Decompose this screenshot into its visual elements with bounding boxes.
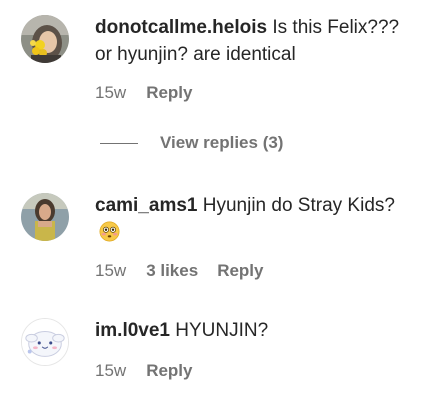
user-avatar[interactable] (21, 318, 69, 366)
divider-line (100, 142, 138, 144)
comment-meta: 15w Reply (95, 83, 192, 103)
avatar-cartoon-icon (22, 319, 68, 365)
comment-body: HYUNJIN? (175, 320, 269, 341)
likes-count[interactable]: 3 likes (146, 261, 198, 281)
reply-button[interactable]: Reply (146, 361, 192, 381)
username[interactable]: im.l0ve1 (95, 320, 170, 341)
comment-text: cami_ams1 Hyunjin do Stray Kids? (95, 192, 437, 246)
timestamp[interactable]: 15w (95, 261, 126, 281)
reply-button[interactable]: Reply (217, 261, 263, 281)
view-replies-button[interactable]: View replies (3) (100, 133, 283, 153)
comment-text: im.l0ve1 HYUNJIN? (95, 317, 437, 344)
view-replies-label[interactable]: View replies (3) (160, 133, 283, 153)
flushed-face-emoji-icon (99, 221, 120, 242)
comment-text: donotcallme.helois Is this Felix??? or h… (95, 14, 437, 68)
comment-body: Hyunjin do Stray Kids? (202, 195, 395, 216)
comment-meta: 15w 3 likes Reply (95, 261, 263, 281)
reply-button[interactable]: Reply (146, 83, 192, 103)
timestamp[interactable]: 15w (95, 361, 126, 381)
timestamp[interactable]: 15w (95, 83, 126, 103)
username[interactable]: cami_ams1 (95, 195, 197, 216)
comment-body-line1: Is this Felix??? (272, 17, 400, 38)
username[interactable]: donotcallme.helois (95, 17, 267, 38)
user-avatar[interactable] (21, 15, 69, 63)
comment-body-line2: or hyunjin? are identical (95, 44, 296, 65)
avatar-photo-icon (21, 15, 69, 63)
comment-meta: 15w Reply (95, 361, 192, 381)
avatar-photo-icon (21, 193, 69, 241)
user-avatar[interactable] (21, 193, 69, 241)
